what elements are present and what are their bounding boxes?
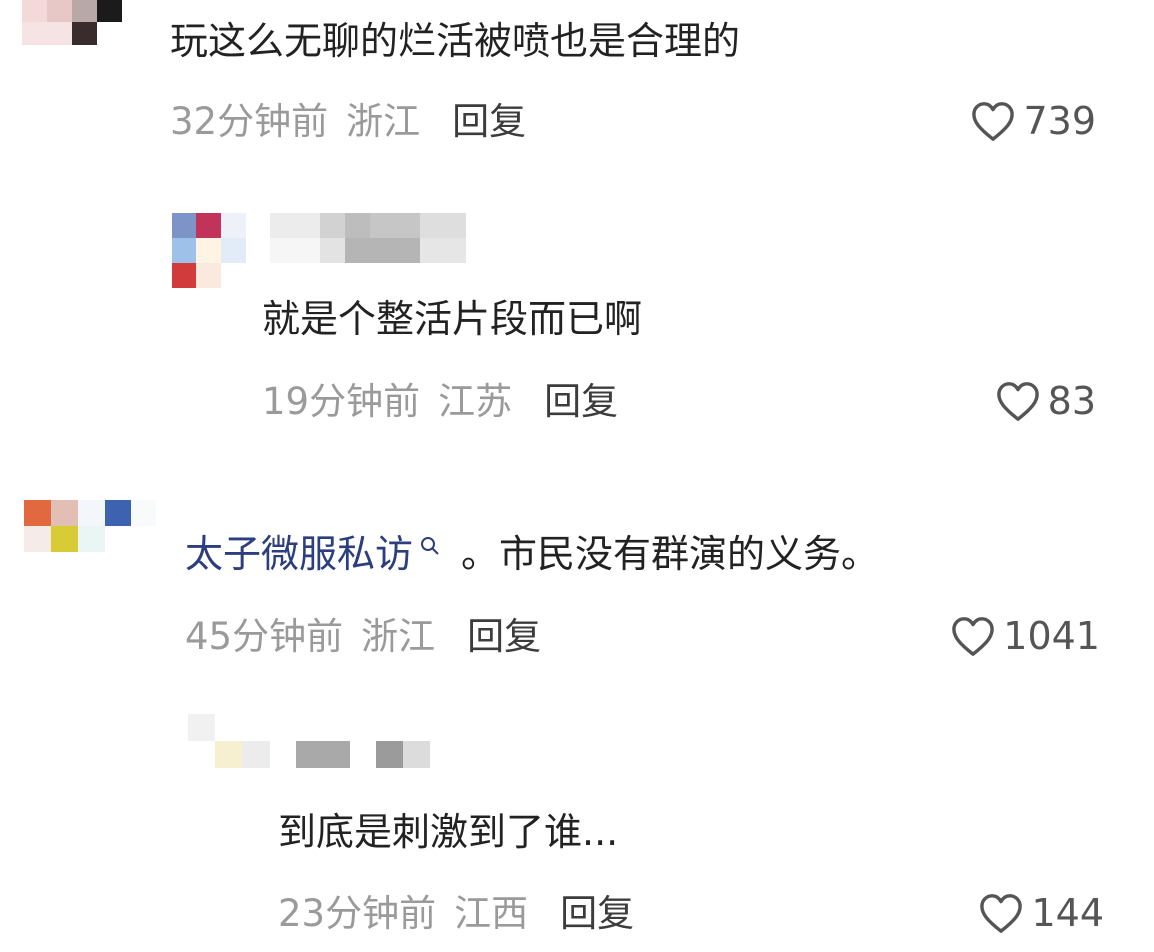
heart-icon bbox=[972, 102, 1015, 141]
like-count: 144 bbox=[1031, 891, 1104, 935]
reply-button[interactable]: 回复 bbox=[544, 383, 618, 420]
like-count: 739 bbox=[1023, 99, 1096, 143]
comment-location: 江苏 bbox=[438, 380, 513, 423]
reply-button[interactable]: 回复 bbox=[452, 103, 526, 140]
like-count: 1041 bbox=[1003, 614, 1100, 658]
username-blurred[interactable] bbox=[296, 741, 430, 768]
like-button[interactable]: 1041 bbox=[949, 615, 1100, 657]
heart-icon bbox=[996, 382, 1039, 421]
search-icon[interactable] bbox=[419, 535, 441, 557]
avatar[interactable] bbox=[188, 714, 270, 768]
like-count: 83 bbox=[1047, 379, 1096, 423]
avatar[interactable] bbox=[24, 500, 156, 552]
comment-time: 45分钟前 bbox=[185, 615, 344, 658]
comment-text: 。市民没有群演的义务。 bbox=[461, 532, 880, 576]
username-blurred[interactable] bbox=[270, 213, 466, 263]
comment-time: 23分钟前 bbox=[278, 892, 437, 935]
mention-author-link[interactable]: 太子微服私访 bbox=[185, 532, 413, 576]
like-button[interactable]: 83 bbox=[994, 380, 1096, 422]
comment-time: 32分钟前 bbox=[170, 100, 329, 143]
like-button[interactable]: 144 bbox=[977, 892, 1104, 934]
reply-button[interactable]: 回复 bbox=[467, 618, 541, 655]
avatar[interactable] bbox=[172, 213, 246, 288]
comment-time: 19分钟前 bbox=[262, 380, 421, 423]
comment-text: 到底是刺激到了谁... bbox=[278, 810, 619, 854]
avatar[interactable] bbox=[22, 0, 122, 45]
comment-location: 江西 bbox=[454, 892, 529, 935]
reply-button[interactable]: 回复 bbox=[560, 895, 634, 932]
comment-location: 浙江 bbox=[361, 615, 436, 658]
comment-location: 浙江 bbox=[346, 100, 421, 143]
comment-text: 就是个整活片段而已啊 bbox=[262, 297, 643, 341]
heart-icon bbox=[952, 617, 995, 656]
heart-icon bbox=[980, 894, 1023, 933]
comment-text: 玩这么无聊的烂活被喷也是合理的 bbox=[170, 19, 741, 63]
like-button[interactable]: 739 bbox=[969, 100, 1096, 142]
